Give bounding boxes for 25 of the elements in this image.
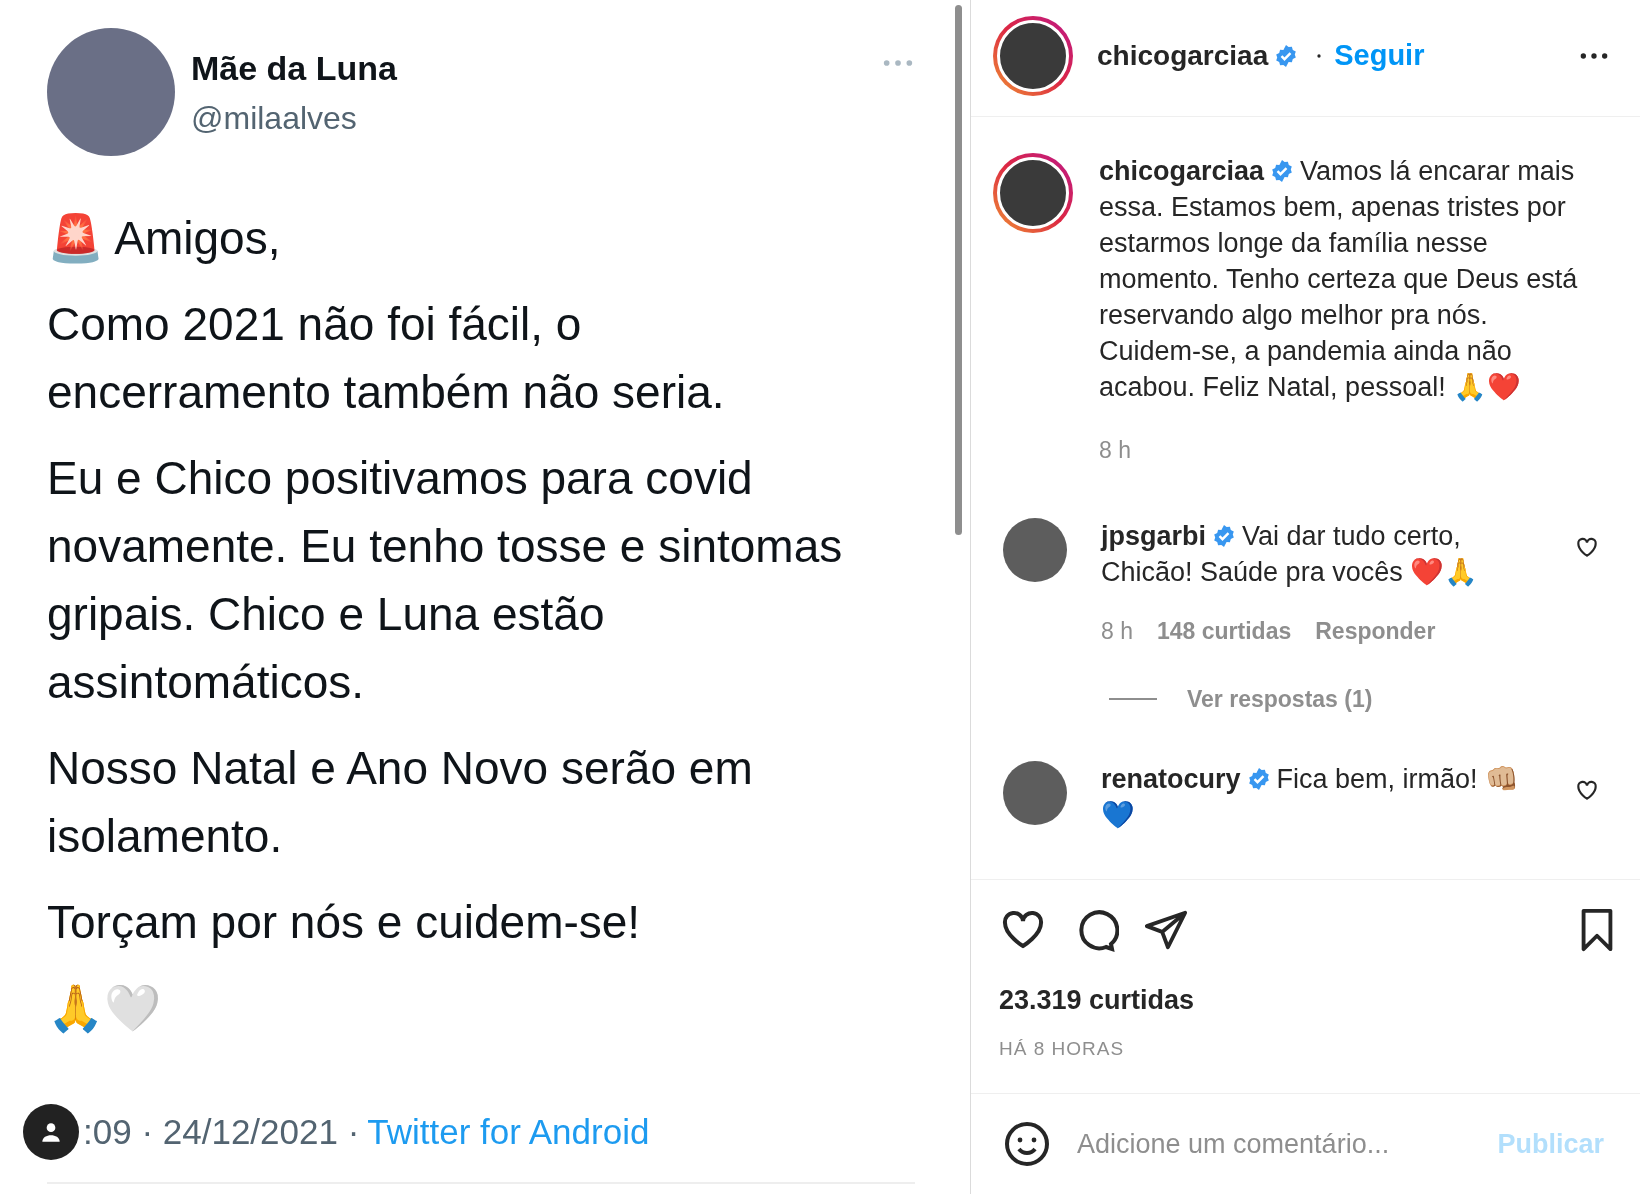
comment-time: 8 h	[1101, 616, 1133, 646]
view-replies-link[interactable]: Ver respostas (1)	[1187, 682, 1373, 717]
author-name: Mãe da Luna	[191, 47, 398, 89]
post-date: HÁ 8 HORAS	[999, 1036, 1126, 1061]
author-handle: @milaalves	[191, 98, 358, 138]
tweet-text: Nosso Natal e Ano Novo serão em isolamento.	[47, 741, 754, 864]
user-profile-button[interactable]	[23, 1104, 79, 1160]
tweet-text: Torçam por nós e cuidem-se!	[47, 895, 642, 950]
likes-count[interactable]: 23.319 curtidas	[999, 980, 1620, 1021]
follow-link[interactable]: Seguir	[1334, 34, 1425, 78]
tweet-text: Eu e Chico positivamos para covid novamente. Eu tenho tosse e sintomas gripais. Chico e Luna estão assintomáticos.	[47, 451, 844, 710]
scrollbar[interactable]	[955, 5, 962, 535]
comment-text: renatocury Fica bem, irmão! 👊🏼 💙	[1101, 762, 1521, 832]
comment-text: jpsgarbi Vai dar tudo certo, Chicão! Saúde pra vocês ❤🙏	[1101, 519, 1480, 589]
emoji-smiley-icon[interactable]	[1003, 1120, 1051, 1168]
tweet-text: 🚨 Amigos,	[47, 211, 282, 266]
username[interactable]: chicogarciaa	[1097, 35, 1269, 77]
tweet-timestamp: :09 · 24/12/2021 ·	[83, 1110, 360, 1153]
comment-likes[interactable]: 148 curtidas	[1157, 613, 1292, 648]
tweet-text: 🙏🤍	[47, 981, 162, 1036]
reply-link[interactable]: Responder	[1315, 613, 1436, 648]
tweet-text: Como 2021 não foi fácil, o encerramento também não seria.	[47, 297, 726, 420]
source-link[interactable]: Twitter for Android	[367, 1105, 650, 1159]
caption-text: chicogarciaa Vamos lá encarar mais essa. Estamos bem, apenas tristes por estarmos longe da família nesse momento. Tenho certeza que Deus está reservando algo melhor pra nós. Cuidem-se, a pandemia ainda não acabou. Feliz Natal, pessoal! 🙏❤	[1099, 155, 1579, 404]
post-time: 8 h	[1099, 436, 1132, 465]
